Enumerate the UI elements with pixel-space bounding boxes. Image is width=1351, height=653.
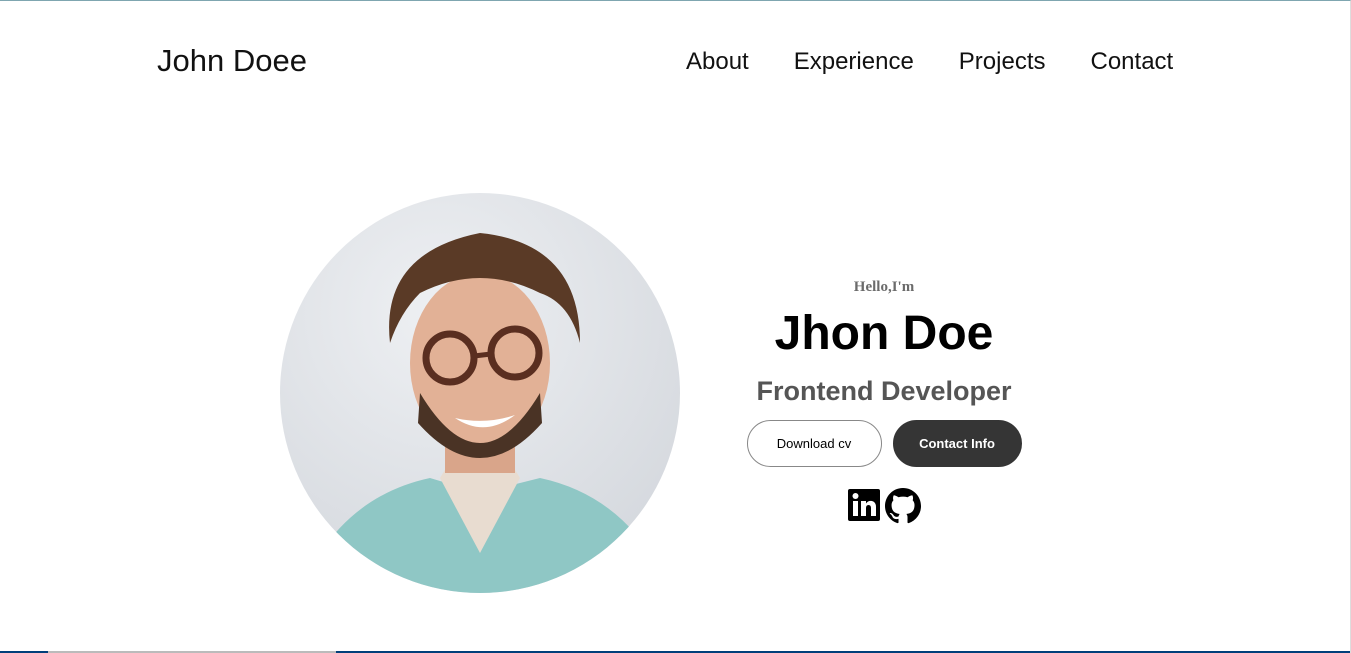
nav-experience[interactable]: Experience: [794, 48, 914, 76]
github-icon[interactable]: [885, 488, 921, 524]
linkedin-icon[interactable]: [847, 488, 881, 522]
hero-name: Jhon Doe: [774, 307, 994, 360]
download-cv-button[interactable]: Download cv: [746, 420, 882, 467]
contact-info-button[interactable]: Contact Info: [892, 420, 1022, 467]
greeting: Hello,I'm: [853, 279, 915, 295]
site-logo[interactable]: John Doee: [157, 43, 307, 79]
hero-role: Frontend Developer: [756, 376, 1012, 406]
nav-projects[interactable]: Projects: [959, 48, 1046, 76]
profile-photo: [280, 193, 680, 593]
nav-about[interactable]: About: [686, 48, 749, 76]
nav-contact[interactable]: Contact: [1091, 48, 1174, 76]
main-nav: About Experience Projects Contact: [686, 48, 1218, 76]
hero-info: Hello,I'm Jhon Doe Frontend Developer Do…: [740, 279, 1028, 524]
